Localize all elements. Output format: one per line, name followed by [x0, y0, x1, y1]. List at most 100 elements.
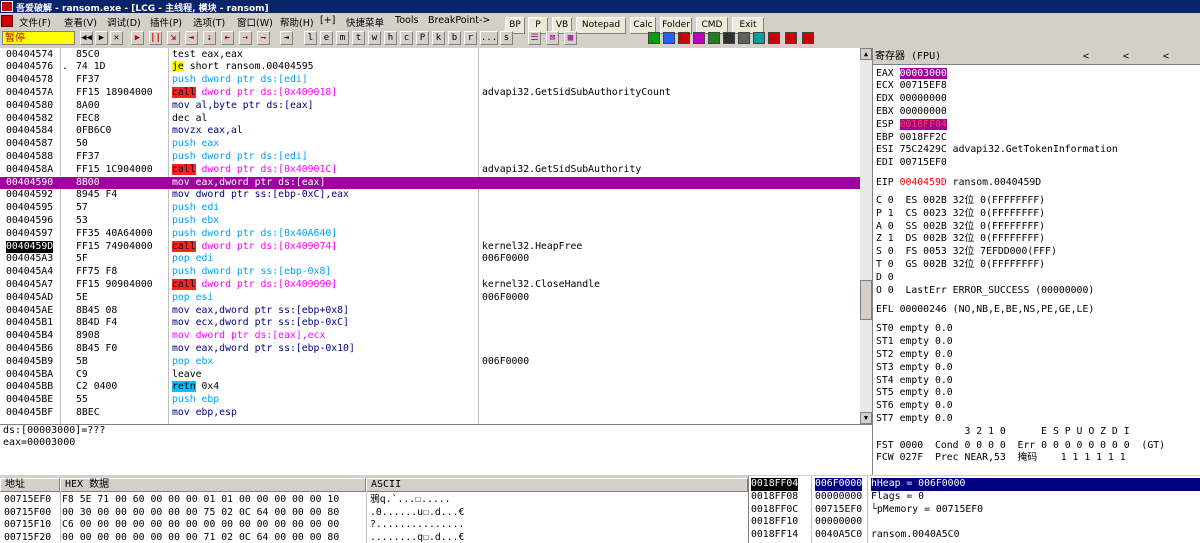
trace-into-icon[interactable]: ⇣ — [203, 31, 216, 45]
register-line[interactable]: EIP 0040459D ransom.0040459D — [876, 177, 1041, 189]
disasm-row[interactable]: 00404587 50 push eax — [0, 138, 860, 151]
toolbar-window-button[interactable]: l — [304, 31, 317, 45]
step-into-icon[interactable]: ⇲ — [167, 31, 180, 45]
register-line[interactable]: ST3 empty 0.0 — [876, 362, 953, 374]
dump-row[interactable]: 00715EF0 F8 5E 71 00 60 00 00 00 01 01 00… — [0, 494, 748, 507]
step-over-icon[interactable]: ⇥ — [185, 31, 198, 45]
grid-icon[interactable]: ⊠ — [546, 31, 559, 45]
toolbar-close-icon[interactable]: ✕ — [110, 31, 123, 45]
disasm-row[interactable]: 00404592 8945 F4 mov dword ptr ss:[ebp-0xC… — [0, 189, 860, 202]
menu-item[interactable]: Tools — [395, 15, 418, 26]
disasm-row[interactable]: 00404574 85C0 test eax,eax — [0, 49, 860, 62]
stack-row[interactable]: 0018FF10 00000000 — [749, 516, 1200, 529]
plugin-icon[interactable] — [768, 32, 780, 44]
register-line[interactable]: ST2 empty 0.0 — [876, 349, 953, 361]
stack-row[interactable]: 0018FF08 00000000 Flags = 0 — [749, 491, 1200, 504]
register-line[interactable]: S 0 FS 0053 32位 7EFDD000(FFF) — [876, 246, 1057, 258]
plugin-icon[interactable] — [753, 32, 765, 44]
disasm-row[interactable]: 00404584 0FB6C0 movzx eax,al — [0, 125, 860, 138]
plugin-icon[interactable] — [678, 32, 690, 44]
plugin-icon[interactable] — [663, 32, 675, 44]
disasm-row[interactable]: 004045BE 55 push ebp — [0, 394, 860, 407]
plugin-icon[interactable] — [648, 32, 660, 44]
disassembly-pane[interactable]: 00404574 85C0 test eax,eax 00404576. 74 1D je… — [0, 48, 860, 424]
register-line[interactable]: ESP 0018FF04 — [876, 119, 947, 131]
disasm-row[interactable]: 00404580 8A00 mov al,byte ptr ds:[eax] — [0, 100, 860, 113]
register-line[interactable]: EBX 00000000 — [876, 106, 947, 118]
register-line[interactable]: ECX 00715EF8 — [876, 80, 947, 92]
disasm-row[interactable]: 004045A7 FF15 90904000 call dword ptr ds:[… — [0, 278, 860, 292]
disasm-row[interactable]: 00404596 53 push ebx — [0, 215, 860, 228]
register-line[interactable]: D 0 — [876, 272, 894, 284]
plugin-icon[interactable] — [708, 32, 720, 44]
disasm-row[interactable]: 004045AE 8B45 08 mov eax,dword ptr ss:[ebp… — [0, 305, 860, 318]
menu-item[interactable]: BreakPoint-> — [428, 15, 490, 26]
disasm-row[interactable]: 004045BF 8BEC mov ebp,esp — [0, 407, 860, 420]
plugin-icon[interactable] — [738, 32, 750, 44]
register-line[interactable]: ST1 empty 0.0 — [876, 336, 953, 348]
register-line[interactable]: EDI 00715EF0 — [876, 157, 947, 169]
menu-item[interactable]: 调试(D) — [107, 15, 141, 29]
plugin-icon[interactable] — [693, 32, 705, 44]
register-line[interactable]: C 0 ES 002B 32位 0(FFFFFFFF) — [876, 195, 1045, 207]
stack-row[interactable]: 0018FF0C 00715EF0 └pMemory = 00715EF0 — [749, 504, 1200, 517]
register-line[interactable]: P 1 CS 0023 32位 0(FFFFFFFF) — [876, 208, 1045, 220]
register-line[interactable]: EDX 00000000 — [876, 93, 947, 105]
toolbar-window-button[interactable]: t — [352, 31, 365, 45]
dump-header-address[interactable]: 地址 — [0, 478, 60, 492]
toolbar-window-button[interactable]: r — [464, 31, 477, 45]
disassembly-scrollbar[interactable]: ▲ ▼ — [860, 48, 872, 424]
registers-pane[interactable]: 寄存器 (FPU) < < < EAX 00003000 ECX 00715EF8… — [872, 48, 1200, 475]
chevron-left-icon[interactable]: < — [1083, 48, 1089, 65]
chevron-left-icon[interactable]: < — [1163, 48, 1169, 65]
scroll-thumb[interactable] — [860, 280, 872, 320]
menu-item[interactable]: 文件(F) — [19, 15, 51, 29]
register-line[interactable]: FST 0000 Cond 0 0 0 0 Err 0 0 0 0 0 0 0 … — [876, 440, 1165, 452]
menu-item[interactable]: [+] — [320, 15, 335, 26]
list-icon[interactable]: ☰ — [528, 31, 541, 45]
disasm-row[interactable]: 00404590 8B00 mov eax,dword ptr ds:[eax] — [0, 176, 860, 190]
disasm-row[interactable]: 004045B4 8908 mov dword ptr ds:[eax],ecx — [0, 330, 860, 343]
register-line[interactable]: ST6 empty 0.0 — [876, 400, 953, 412]
register-line[interactable]: ST0 empty 0.0 — [876, 323, 953, 335]
toolbar-window-button[interactable]: m — [336, 31, 349, 45]
disasm-row[interactable]: 00404582 FEC8 dec al — [0, 113, 860, 126]
stack-row[interactable]: 0018FF14 0040A5C0 ransom.0040A5C0 — [749, 529, 1200, 542]
menu-item[interactable]: 快捷菜单 — [346, 15, 384, 29]
register-line[interactable]: FCW 027F Prec NEAR,53 掩码 1 1 1 1 1 1 — [876, 452, 1126, 464]
register-line[interactable]: O 0 LastErr ERROR_SUCCESS (00000000) — [876, 285, 1094, 297]
disasm-row[interactable]: 004045B1 8B4D F4 mov ecx,dword ptr ss:[ebp… — [0, 317, 860, 330]
toolbar-window-button[interactable]: s — [500, 31, 513, 45]
disasm-row[interactable]: 00404597 FF35 40A64000 push dword ptr ds:[… — [0, 228, 860, 241]
register-line[interactable]: EFL 00000246 (NO,NB,E,BE,NS,PE,GE,LE) — [876, 304, 1094, 316]
play-icon[interactable]: ▶ — [131, 31, 144, 45]
stack-pane[interactable]: 0018FF04 006F0000 hHeap = 006F0000 0018FF08… — [748, 476, 1200, 543]
trace-over-icon[interactable]: ⇤ — [221, 31, 234, 45]
disasm-row[interactable]: 004045B6 8B45 F0 mov eax,dword ptr ss:[ebp… — [0, 343, 860, 356]
disasm-row[interactable]: 004045A4 FF75 F8 push dword ptr ss:[ebp-0x… — [0, 266, 860, 279]
disasm-row[interactable]: 00404576. 74 1D je short ransom.00404595 — [0, 61, 860, 74]
toolbar-rewind-icon[interactable]: ◀◀ — [80, 31, 93, 45]
disasm-row[interactable]: 0040459D FF15 74904000 call dword ptr ds:[… — [0, 240, 860, 254]
execute-till-return-icon[interactable]: ⇢ — [239, 31, 252, 45]
dump-header-hex[interactable]: HEX 数据 — [60, 478, 366, 492]
dump-row[interactable]: 00715F10 C6 00 00 00 00 00 00 00 00 00 00… — [0, 519, 748, 532]
dump-header-ascii[interactable]: ASCII — [366, 478, 748, 492]
disasm-row[interactable]: 004045BA C9 leave — [0, 369, 860, 382]
disasm-row[interactable]: 004045BB C2 0400 retn 0x4 — [0, 381, 860, 394]
register-line[interactable]: EBP 0018FF2C — [876, 132, 947, 144]
register-line[interactable]: EAX 00003000 — [876, 68, 947, 80]
toolbar-window-button[interactable]: w — [368, 31, 381, 45]
goto-expression-icon[interactable]: ⇥ — [280, 31, 293, 45]
dump-row[interactable]: 00715F20 00 00 00 00 00 00 00 00 71 02 0C… — [0, 532, 748, 543]
register-line[interactable]: ST5 empty 0.0 — [876, 387, 953, 399]
disasm-row[interactable]: 004045AD 5E pop esi 006F0000 — [0, 292, 860, 305]
pause-icon[interactable]: || — [149, 31, 162, 45]
disasm-row[interactable]: 0040458A FF15 1C904000 call dword ptr ds:[… — [0, 163, 860, 177]
toolbar-window-button[interactable]: e — [320, 31, 333, 45]
register-line[interactable]: ST7 empty 0.0 — [876, 413, 953, 425]
menu-item[interactable]: 选项(T) — [193, 15, 225, 29]
plugin-icon[interactable] — [785, 32, 797, 44]
menu-item[interactable]: 插件(P) — [150, 15, 182, 29]
disasm-row[interactable]: 004045B9 5B pop ebx 006F0000 — [0, 356, 860, 369]
